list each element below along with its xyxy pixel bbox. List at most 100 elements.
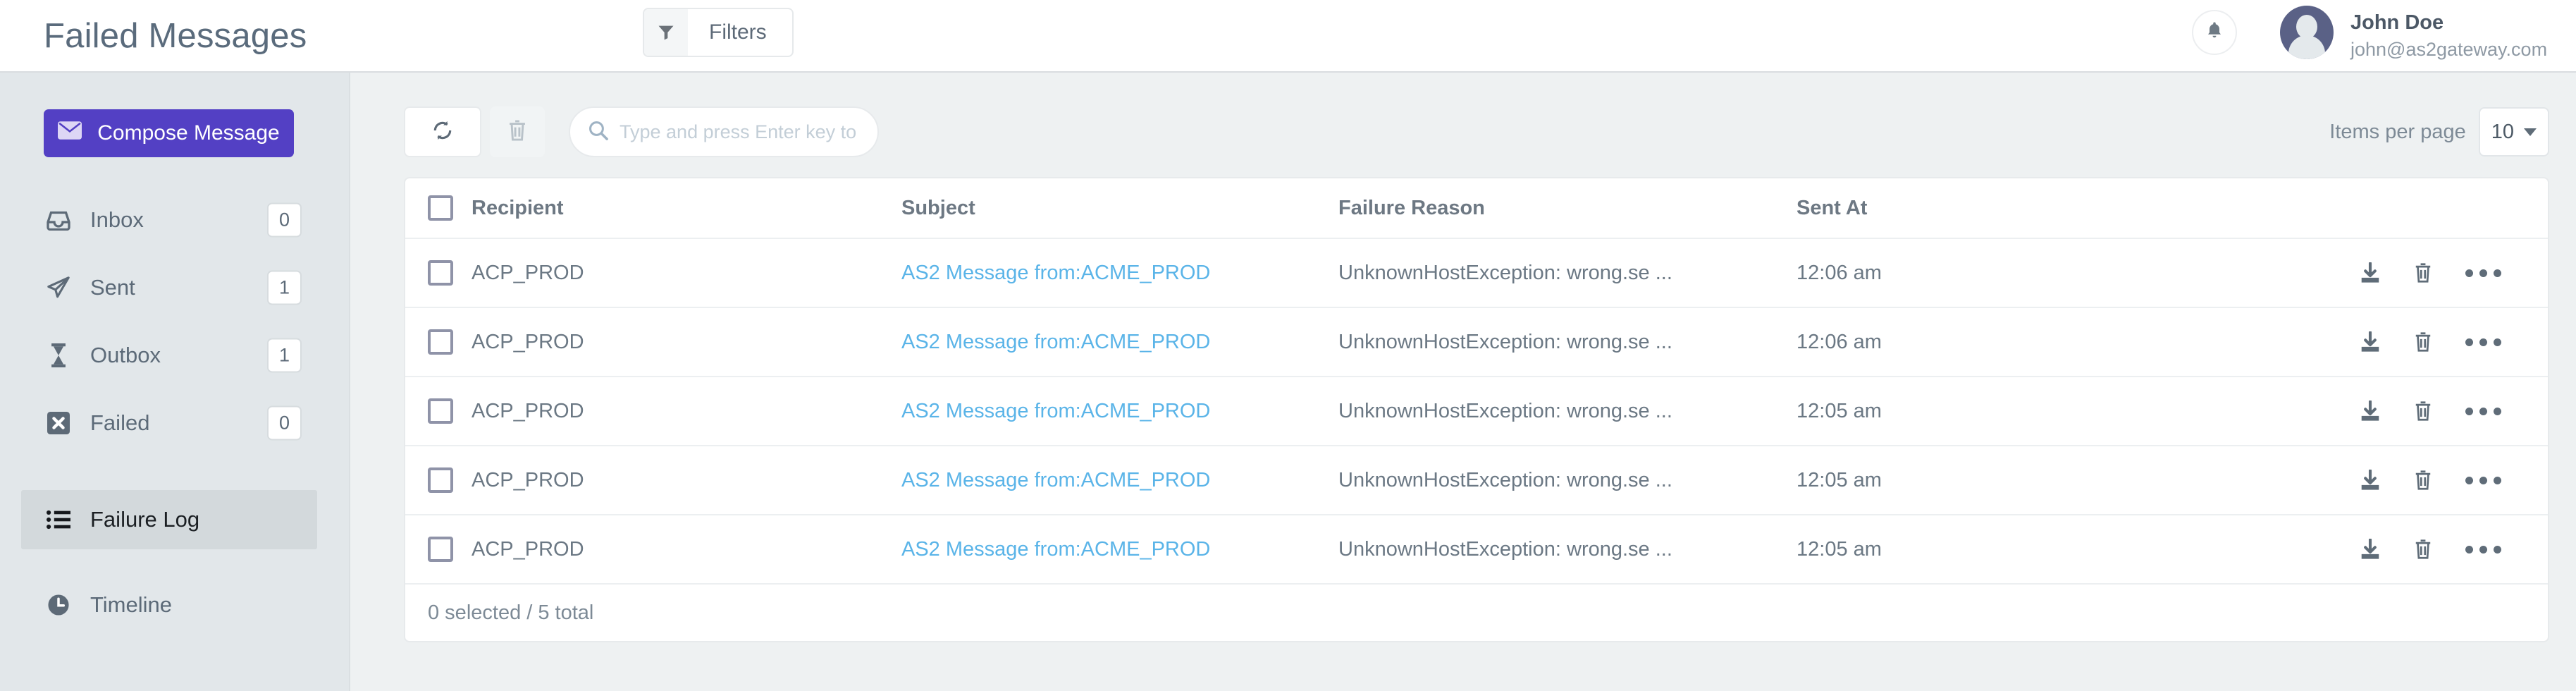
- search-box[interactable]: [569, 106, 879, 157]
- user-email: john@as2gateway.com: [2350, 39, 2548, 61]
- cell-subject-link[interactable]: AS2 Message from:ACME_PROD: [901, 262, 1338, 285]
- cell-subject-link[interactable]: AS2 Message from:ACME_PROD: [901, 538, 1338, 561]
- row-actions: [2191, 262, 2548, 283]
- table-footer: 0 selected / 5 total: [405, 585, 2548, 641]
- download-icon[interactable]: [2360, 470, 2381, 491]
- table-body: ACP_PROD AS2 Message from:ACME_PROD Unknow…: [405, 239, 2548, 585]
- sidebar-item-outbox[interactable]: Outbox 1: [21, 326, 317, 385]
- filters-button-label: Filters: [709, 20, 767, 44]
- select-all-checkbox[interactable]: [428, 195, 453, 221]
- compose-message-label: Compose Message: [97, 121, 280, 145]
- items-per-page: Items per page 10: [2329, 106, 2549, 157]
- row-select-cell: [405, 329, 472, 355]
- table-row[interactable]: ACP_PROD AS2 Message from:ACME_PROD Unknow…: [405, 239, 2548, 308]
- sidebar-item-label: Failure Log: [90, 507, 200, 532]
- sidebar-item-label: Outbox: [90, 343, 161, 367]
- more-options-icon[interactable]: [2465, 476, 2501, 484]
- column-header-recipient[interactable]: Recipient: [472, 197, 901, 220]
- table-row[interactable]: ACP_PROD AS2 Message from:ACME_PROD Unknow…: [405, 515, 2548, 585]
- top-header-bar: Failed Messages Filters John Doe john@as…: [0, 0, 2576, 73]
- more-options-icon[interactable]: [2465, 269, 2501, 277]
- column-header-failure-reason[interactable]: Failure Reason: [1338, 197, 1797, 220]
- sidebar-item-timeline[interactable]: Timeline: [21, 575, 317, 635]
- cell-subject-link[interactable]: AS2 Message from:ACME_PROD: [901, 331, 1338, 354]
- cell-failure-reason: UnknownHostException: wrong.se ...: [1338, 330, 1672, 353]
- avatar[interactable]: [2280, 6, 2334, 59]
- clock-icon: [37, 594, 80, 616]
- sidebar-item-label: Sent: [90, 275, 135, 300]
- column-header-sent-at[interactable]: Sent At: [1797, 197, 2191, 220]
- cell-recipient: ACP_PROD: [472, 261, 584, 284]
- column-header-subject[interactable]: Subject: [901, 197, 1338, 220]
- sidebar-item-inbox[interactable]: Inbox 0: [21, 190, 317, 250]
- cell-failure-reason: UnknownHostException: wrong.se ...: [1338, 537, 1672, 561]
- items-per-page-label: Items per page: [2329, 120, 2466, 143]
- sidebar-item-sent[interactable]: Sent 1: [21, 258, 317, 317]
- x-square-icon: [37, 412, 80, 434]
- items-per-page-select[interactable]: 10: [2478, 107, 2549, 157]
- trash-icon[interactable]: [2413, 470, 2433, 491]
- row-actions: [2191, 400, 2548, 422]
- trash-icon: [507, 119, 528, 145]
- refresh-button[interactable]: [404, 106, 481, 157]
- cell-sent-at: 12:06 am: [1797, 261, 1882, 284]
- table-header-row: Recipient Subject Failure Reason Sent At: [405, 178, 2548, 239]
- items-per-page-value: 10: [2491, 120, 2514, 143]
- cell-sent-at: 12:05 am: [1797, 537, 1882, 561]
- page-title: Failed Messages: [44, 16, 307, 55]
- failure-log-table: Recipient Subject Failure Reason Sent At…: [404, 177, 2549, 642]
- envelope-icon: [58, 121, 82, 145]
- sidebar-badge: 0: [267, 405, 302, 441]
- list-icon: [37, 510, 80, 530]
- user-info[interactable]: John Doe john@as2gateway.com: [2350, 10, 2547, 62]
- search-input[interactable]: [620, 121, 859, 143]
- row-checkbox[interactable]: [428, 329, 453, 355]
- cell-subject-link[interactable]: AS2 Message from:ACME_PROD: [901, 469, 1338, 492]
- row-checkbox[interactable]: [428, 467, 453, 493]
- compose-message-button[interactable]: Compose Message: [44, 109, 294, 157]
- sidebar-item-failed[interactable]: Failed 0: [21, 393, 317, 453]
- sidebar-item-failure-log[interactable]: Failure Log: [21, 490, 317, 549]
- filters-button[interactable]: Filters: [643, 8, 794, 57]
- more-options-icon[interactable]: [2465, 338, 2501, 346]
- table-toolbar: Items per page 10: [352, 106, 2576, 157]
- row-checkbox[interactable]: [428, 260, 453, 286]
- row-select-cell: [405, 467, 472, 493]
- download-icon[interactable]: [2360, 539, 2381, 560]
- more-options-icon[interactable]: [2465, 407, 2501, 415]
- download-icon[interactable]: [2360, 331, 2381, 353]
- row-checkbox[interactable]: [428, 537, 453, 562]
- hourglass-icon: [37, 343, 80, 367]
- table-row[interactable]: ACP_PROD AS2 Message from:ACME_PROD Unknow…: [405, 446, 2548, 515]
- cell-subject-link[interactable]: AS2 Message from:ACME_PROD: [901, 400, 1338, 423]
- row-checkbox[interactable]: [428, 398, 453, 424]
- table-row[interactable]: ACP_PROD AS2 Message from:ACME_PROD Unknow…: [405, 377, 2548, 446]
- row-select-cell: [405, 398, 472, 424]
- paper-plane-icon: [37, 276, 80, 300]
- trash-icon[interactable]: [2413, 539, 2433, 560]
- sidebar-item-label: Timeline: [90, 592, 172, 617]
- avatar-body: [2288, 35, 2325, 59]
- cell-recipient: ACP_PROD: [472, 330, 584, 353]
- trash-icon[interactable]: [2413, 331, 2433, 353]
- cell-sent-at: 12:06 am: [1797, 330, 1882, 353]
- cell-failure-reason: UnknownHostException: wrong.se ...: [1338, 468, 1672, 491]
- cell-recipient: ACP_PROD: [472, 537, 584, 561]
- cell-recipient: ACP_PROD: [472, 399, 584, 422]
- selection-summary: 0 selected / 5 total: [428, 601, 594, 624]
- user-name: John Doe: [2350, 11, 2444, 34]
- chevron-down-icon: [2524, 128, 2537, 136]
- row-select-cell: [405, 260, 472, 286]
- cell-failure-reason: UnknownHostException: wrong.se ...: [1338, 399, 1672, 422]
- trash-icon[interactable]: [2413, 400, 2433, 422]
- more-options-icon[interactable]: [2465, 545, 2501, 554]
- table-row[interactable]: ACP_PROD AS2 Message from:ACME_PROD Unknow…: [405, 308, 2548, 377]
- notifications-button[interactable]: [2192, 10, 2237, 55]
- row-actions: [2191, 331, 2548, 353]
- inbox-icon: [37, 209, 80, 231]
- trash-icon[interactable]: [2413, 262, 2433, 283]
- bulk-delete-button[interactable]: [490, 106, 545, 157]
- download-icon[interactable]: [2360, 262, 2381, 283]
- search-icon: [588, 121, 608, 144]
- download-icon[interactable]: [2360, 400, 2381, 422]
